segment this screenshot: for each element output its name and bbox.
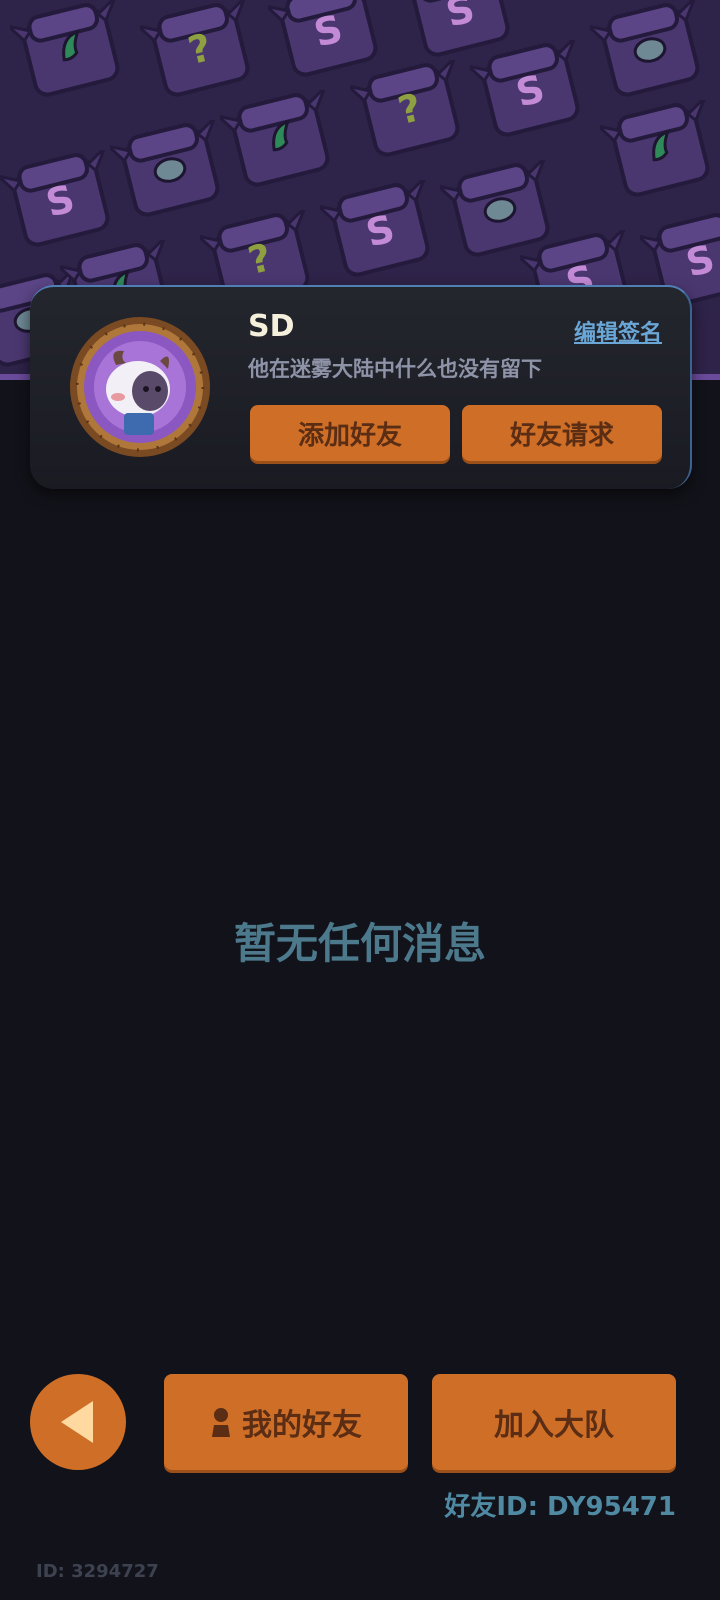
chest-pattern-icon — [593, 96, 720, 200]
chest-pattern-icon — [3, 0, 130, 100]
chest-pattern-icon — [103, 116, 230, 220]
signature-text: 他在迷雾大陆中什么也没有留下 — [248, 357, 542, 381]
chest-pattern-icon: S — [313, 176, 440, 280]
profile-card: SD 编辑签名 他在迷雾大陆中什么也没有留下 添加好友 好友请求 — [30, 285, 692, 489]
friend-requests-button[interactable]: 好友请求 — [462, 405, 662, 461]
avatar[interactable] — [68, 315, 212, 459]
person-icon — [210, 1407, 232, 1437]
add-friend-button[interactable]: 添加好友 — [250, 405, 450, 461]
chest-pattern-icon: S — [463, 36, 590, 140]
user-id-text: ID: 3294727 — [36, 1561, 159, 1582]
back-arrow-icon — [61, 1401, 93, 1443]
friend-id-text: 好友ID: DY95471 — [444, 1492, 676, 1522]
my-friends-label: 我的好友 — [242, 1408, 362, 1443]
my-friends-button[interactable]: 我的好友 — [164, 1374, 408, 1470]
empty-messages-text: 暂无任何消息 — [233, 919, 486, 968]
back-button[interactable] — [30, 1374, 126, 1470]
join-team-button[interactable]: 加入大队 — [432, 1374, 676, 1470]
chest-pattern-icon — [213, 86, 340, 190]
chest-pattern-icon: ? — [133, 0, 260, 100]
edit-signature-link[interactable]: 编辑签名 — [574, 315, 662, 347]
chest-pattern-icon: S — [0, 146, 120, 250]
chest-pattern-icon — [583, 0, 710, 100]
username: SD — [248, 309, 295, 344]
chest-pattern-icon: ? — [343, 56, 470, 160]
